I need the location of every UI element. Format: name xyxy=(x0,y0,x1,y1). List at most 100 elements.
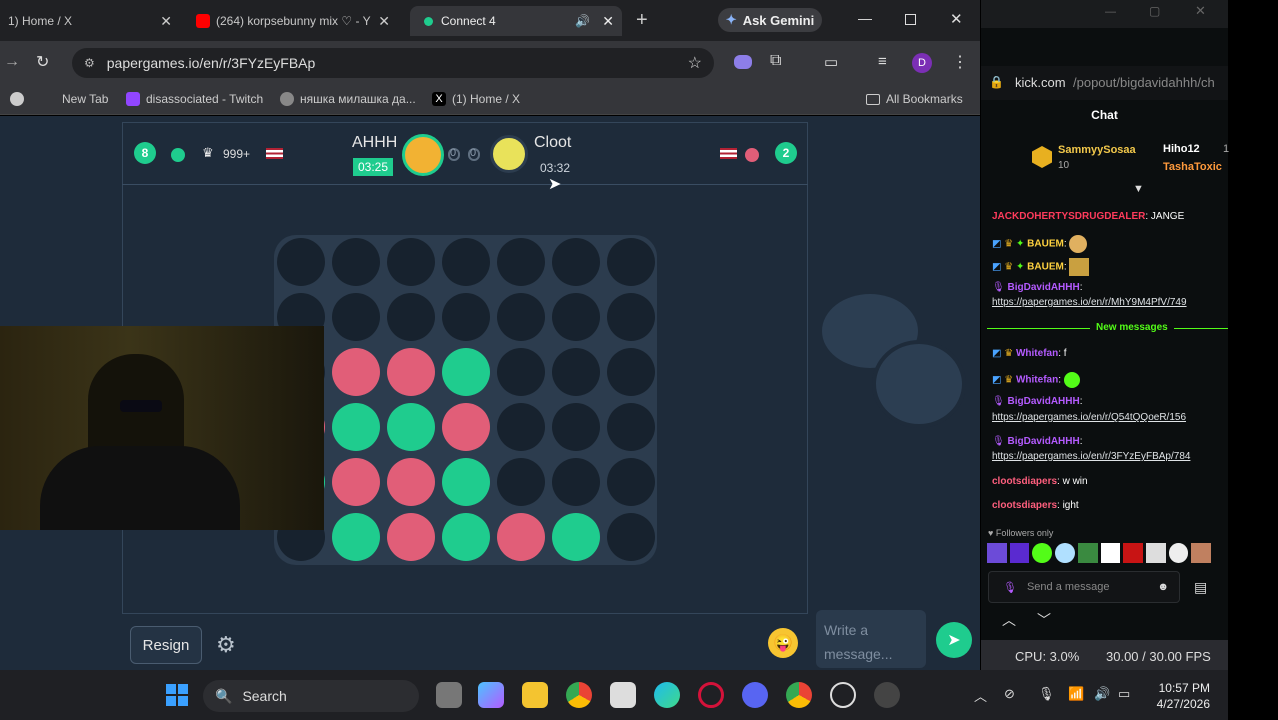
profile-avatar[interactable]: D xyxy=(912,53,932,73)
bookmark-x-home[interactable]: X (1) Home / X xyxy=(432,92,520,106)
board-cell[interactable] xyxy=(552,238,600,286)
clock-time[interactable]: 10:57 PM xyxy=(1156,681,1210,695)
close-tab-icon[interactable]: ✕ xyxy=(602,13,614,30)
reading-list-icon[interactable]: ▭ xyxy=(824,53,838,71)
discord-icon[interactable] xyxy=(742,682,768,708)
emote-icon[interactable] xyxy=(1055,543,1075,563)
emote-icon[interactable] xyxy=(1123,543,1143,563)
pinned-toggle-icon[interactable]: ▼ xyxy=(1133,183,1144,195)
board-cell[interactable] xyxy=(442,513,490,561)
wifi-icon[interactable]: 📶 xyxy=(1068,686,1084,702)
bookmark-nyashka[interactable]: няшка милашка да... xyxy=(280,92,416,106)
board-cell[interactable] xyxy=(442,293,490,341)
chat-username[interactable]: BAUEM xyxy=(1027,239,1064,250)
extension-icon[interactable] xyxy=(734,55,752,69)
board-cell[interactable] xyxy=(552,458,600,506)
chrome-profile-icon[interactable] xyxy=(786,682,812,708)
copilot-icon[interactable] xyxy=(478,682,504,708)
minimize-icon[interactable]: — xyxy=(858,10,872,26)
kick-url-bar[interactable]: 🔒 kick.com /popout/bigdavidahhh/ch xyxy=(981,66,1228,100)
board-cell[interactable] xyxy=(552,348,600,396)
chat-link[interactable]: https://papergames.io/en/r/Q54tQQoeR/156 xyxy=(992,412,1186,423)
volume-icon[interactable]: 🔊 xyxy=(1094,686,1110,702)
chat-username[interactable]: Whitefan xyxy=(1016,375,1058,386)
chat-username[interactable]: BAUEM xyxy=(1027,262,1064,273)
board-cell[interactable] xyxy=(607,293,655,341)
chat-username[interactable]: Whitefan xyxy=(1016,348,1058,359)
connect4-board[interactable] xyxy=(274,235,657,565)
board-cell[interactable] xyxy=(387,458,435,506)
scroll-up-icon[interactable]: ︿ xyxy=(1002,610,1016,630)
tray-app-icon[interactable]: ⊘ xyxy=(1004,686,1015,702)
store-icon[interactable]: ▤ xyxy=(1194,579,1207,596)
file-explorer-icon[interactable] xyxy=(522,682,548,708)
board-cell[interactable] xyxy=(552,293,600,341)
tab-connect4[interactable]: Connect 4 🔊 ✕ xyxy=(410,6,622,36)
board-cell[interactable] xyxy=(332,513,380,561)
new-tab-icon[interactable]: + xyxy=(636,9,648,32)
board-cell[interactable] xyxy=(497,348,545,396)
close-tab-icon[interactable]: ✕ xyxy=(378,13,390,30)
emote-bar[interactable] xyxy=(987,543,1212,565)
emote-icon[interactable] xyxy=(1009,543,1030,563)
board-cell[interactable] xyxy=(387,513,435,561)
obs-icon[interactable] xyxy=(874,682,900,708)
board-cell[interactable] xyxy=(332,293,380,341)
edge-icon[interactable] xyxy=(654,682,680,708)
board-cell[interactable] xyxy=(607,458,655,506)
settings-gear-icon[interactable]: ⚙ xyxy=(216,632,236,658)
board-cell[interactable] xyxy=(387,403,435,451)
task-view-icon[interactable] xyxy=(436,682,462,708)
emote-icon[interactable] xyxy=(987,543,1007,563)
board-cell[interactable] xyxy=(497,458,545,506)
clock-date[interactable]: 4/27/2026 xyxy=(1146,697,1210,711)
board-cell[interactable] xyxy=(607,513,655,561)
emote-icon[interactable] xyxy=(1077,543,1098,563)
kick-minimize-icon[interactable]: — xyxy=(1105,6,1116,18)
board-cell[interactable] xyxy=(332,348,380,396)
board-cell[interactable] xyxy=(332,403,380,451)
emote-icon[interactable] xyxy=(1032,543,1053,563)
board-cell[interactable] xyxy=(387,238,435,286)
chrome-icon[interactable] xyxy=(566,682,592,708)
board-cell[interactable] xyxy=(497,403,545,451)
emote-icon[interactable] xyxy=(1145,543,1166,563)
taskbar-search[interactable]: 🔍 Search xyxy=(203,680,419,712)
extensions-puzzle-icon[interactable]: ⧉ xyxy=(770,52,781,70)
board-cell[interactable] xyxy=(387,348,435,396)
chat-username[interactable]: BigDavidAHHH xyxy=(1007,436,1079,447)
emoji-picker-icon[interactable]: 😜 xyxy=(768,628,798,658)
board-cell[interactable] xyxy=(442,403,490,451)
chat-username[interactable]: BigDavidAHHH xyxy=(1007,396,1079,407)
maximize-icon[interactable] xyxy=(905,14,916,25)
kick-send-input[interactable]: 🎙 Send a message ☻ xyxy=(988,571,1180,603)
tab-x-home[interactable]: 1) Home / X ✕ xyxy=(0,6,180,36)
chat-username[interactable]: BigDavidAHHH xyxy=(1007,282,1079,293)
kick-maximize-icon[interactable]: ▢ xyxy=(1149,4,1160,18)
board-cell[interactable] xyxy=(442,348,490,396)
tray-chevron-icon[interactable]: ︿ xyxy=(974,686,987,705)
battery-icon[interactable]: ▭ xyxy=(1118,686,1130,702)
site-info-icon[interactable]: ⚙ xyxy=(84,56,95,70)
media-player-icon[interactable] xyxy=(830,682,856,708)
bookmark-star-icon[interactable]: ☆ xyxy=(688,53,702,73)
close-window-icon[interactable]: ✕ xyxy=(950,10,963,28)
all-bookmarks-button[interactable]: All Bookmarks xyxy=(866,92,963,106)
board-cell[interactable] xyxy=(332,238,380,286)
windows-start-icon[interactable] xyxy=(166,684,188,706)
send-message-button[interactable]: ➤ xyxy=(936,622,972,658)
bookmark-twitch[interactable]: disassociated - Twitch xyxy=(126,92,263,106)
address-bar[interactable]: ⚙ papergames.io/en/r/3FYzEyFBAp ☆ xyxy=(72,48,714,78)
board-cell[interactable] xyxy=(442,458,490,506)
chat-username[interactable]: clootsdiapers xyxy=(992,500,1057,511)
resign-button[interactable]: Resign xyxy=(130,626,202,664)
board-cell[interactable] xyxy=(497,513,545,561)
emote-icon[interactable] xyxy=(1168,543,1189,563)
board-cell[interactable] xyxy=(607,238,655,286)
board-cell[interactable] xyxy=(497,238,545,286)
speaker-icon[interactable]: 🔊 xyxy=(575,14,590,28)
close-tab-icon[interactable]: ✕ xyxy=(160,13,172,30)
board-cell[interactable] xyxy=(332,458,380,506)
board-cell[interactable] xyxy=(277,238,325,286)
chat-link[interactable]: https://papergames.io/en/r/3FYzEyFBAp/78… xyxy=(992,451,1190,462)
